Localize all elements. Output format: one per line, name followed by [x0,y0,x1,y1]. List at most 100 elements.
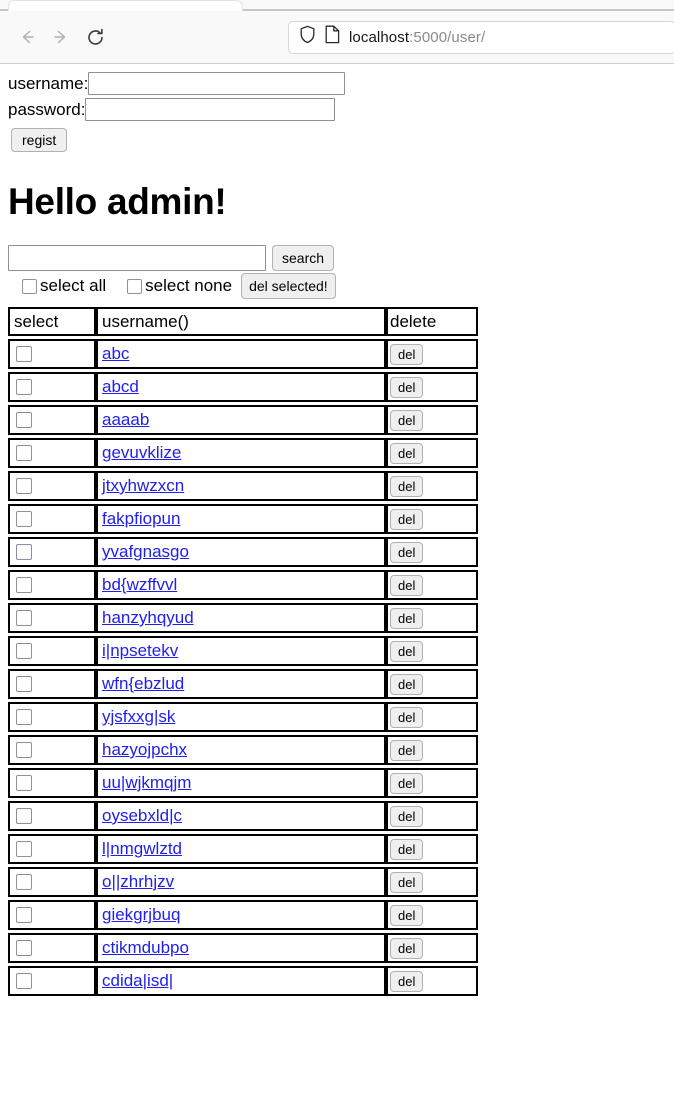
username-link[interactable]: o||zhrhjzv [102,872,174,891]
del-button[interactable]: del [390,343,424,365]
del-button[interactable]: del [390,442,424,464]
row-checkbox[interactable] [16,642,32,659]
select-none-checkbox[interactable] [127,278,143,294]
username-link[interactable]: giekgrjbuq [102,905,180,924]
del-button[interactable]: del [390,904,424,926]
del-button[interactable]: del [390,508,424,530]
row-username-cell: fakpfiopun [96,504,386,534]
username-link[interactable]: hanzyhqyud [102,608,194,627]
row-checkbox[interactable] [16,972,32,989]
search-input[interactable] [8,245,266,271]
back-button[interactable] [10,20,44,54]
username-link[interactable]: cdida|isd| [102,971,173,990]
del-button[interactable]: del [390,541,424,563]
username-link[interactable]: gevuvklize [102,443,181,462]
row-username-cell: yjsfxxg|sk [96,702,386,732]
password-input[interactable] [85,98,336,121]
tab-strip [0,0,674,11]
username-link[interactable]: jtxyhwzxcn [102,476,184,495]
row-checkbox[interactable] [16,576,32,593]
url-host: localhost [349,28,410,46]
username-input[interactable] [88,72,346,95]
url-bar[interactable]: localhost:5000/user/ [288,20,674,54]
row-delete-cell: del [386,801,478,831]
del-button[interactable]: del [390,607,424,629]
del-button[interactable]: del [390,673,424,695]
del-button[interactable]: del [390,475,424,497]
username-link[interactable]: oysebxld|c [102,806,182,825]
del-button[interactable]: del [390,640,424,662]
row-delete-cell: del [386,768,478,798]
row-checkbox[interactable] [16,708,32,725]
row-checkbox[interactable] [16,411,32,428]
row-checkbox[interactable] [16,873,32,890]
column-header-username[interactable]: username() [96,307,386,336]
row-checkbox[interactable] [16,774,32,791]
row-checkbox[interactable] [16,906,32,923]
row-checkbox[interactable] [16,741,32,758]
table-body: abc del abcd del aaaab del gevuvklize del jtxyhw… [8,339,478,996]
row-checkbox[interactable] [16,807,32,824]
del-button[interactable]: del [390,574,424,596]
table-row: o||zhrhjzv del [8,867,478,897]
row-checkbox[interactable] [16,378,32,395]
del-button[interactable]: del [390,838,424,860]
username-link[interactable]: l|nmgwlztd [102,839,182,858]
username-link[interactable]: aaaab [102,410,149,429]
del-button[interactable]: del [390,805,424,827]
reload-button[interactable] [78,20,112,54]
row-username-cell: bd{wzffvvl [96,570,386,600]
del-button[interactable]: del [390,970,424,992]
username-link[interactable]: bd{wzffvvl [102,575,177,594]
username-link[interactable]: yvafgnasgo [102,542,189,561]
select-all-checkbox[interactable] [22,278,37,294]
table-row: abcd del [8,372,478,402]
browser-tab[interactable] [8,0,243,11]
username-link[interactable]: wfn{ebzlud [102,674,184,693]
username-link[interactable]: yjsfxxg|sk [102,707,175,726]
browser-chrome: localhost:5000/user/ [0,0,674,64]
select-none-label: select none [145,276,233,295]
row-checkbox[interactable] [16,840,32,857]
row-checkbox[interactable] [16,477,32,494]
row-username-cell: aaaab [96,405,386,435]
regist-button[interactable]: regist [11,128,68,152]
del-button[interactable]: del [390,772,424,794]
username-link[interactable]: uu|wjkmqjm [102,773,191,792]
table-row: oysebxld|c del [8,801,478,831]
row-checkbox[interactable] [16,444,32,461]
row-username-cell: ctikmdubpo [96,933,386,963]
table-row: wfn{ebzlud del [8,669,478,699]
row-checkbox[interactable] [16,510,32,527]
page-document-icon[interactable] [325,25,340,49]
del-button[interactable]: del [390,376,424,398]
del-button[interactable]: del [390,937,424,959]
del-selected-button[interactable]: del selected! [241,273,336,299]
row-username-cell: o||zhrhjzv [96,867,386,897]
del-button[interactable]: del [390,739,424,761]
forward-arrow-icon [51,27,71,47]
del-button[interactable]: del [390,871,424,893]
username-link[interactable]: abc [102,344,129,363]
row-select-cell [8,537,96,567]
row-delete-cell: del [386,702,478,732]
row-checkbox[interactable] [16,609,32,626]
username-link[interactable]: hazyojpchx [102,740,187,759]
row-checkbox[interactable] [16,543,32,560]
row-delete-cell: del [386,471,478,501]
username-link[interactable]: i|npsetekv [102,641,178,660]
shield-icon[interactable] [299,25,316,49]
row-checkbox[interactable] [16,675,32,692]
username-link[interactable]: ctikmdubpo [102,938,189,957]
username-link[interactable]: fakpfiopun [102,509,180,528]
browser-nav-bar: localhost:5000/user/ [0,11,674,63]
del-button[interactable]: del [390,409,424,431]
search-button[interactable]: search [272,245,335,271]
row-delete-cell: del [386,900,478,930]
username-link[interactable]: abcd [102,377,139,396]
del-button[interactable]: del [390,706,424,728]
forward-button[interactable] [44,20,78,54]
row-checkbox[interactable] [16,939,32,956]
row-checkbox[interactable] [16,345,32,362]
row-username-cell: l|nmgwlztd [96,834,386,864]
